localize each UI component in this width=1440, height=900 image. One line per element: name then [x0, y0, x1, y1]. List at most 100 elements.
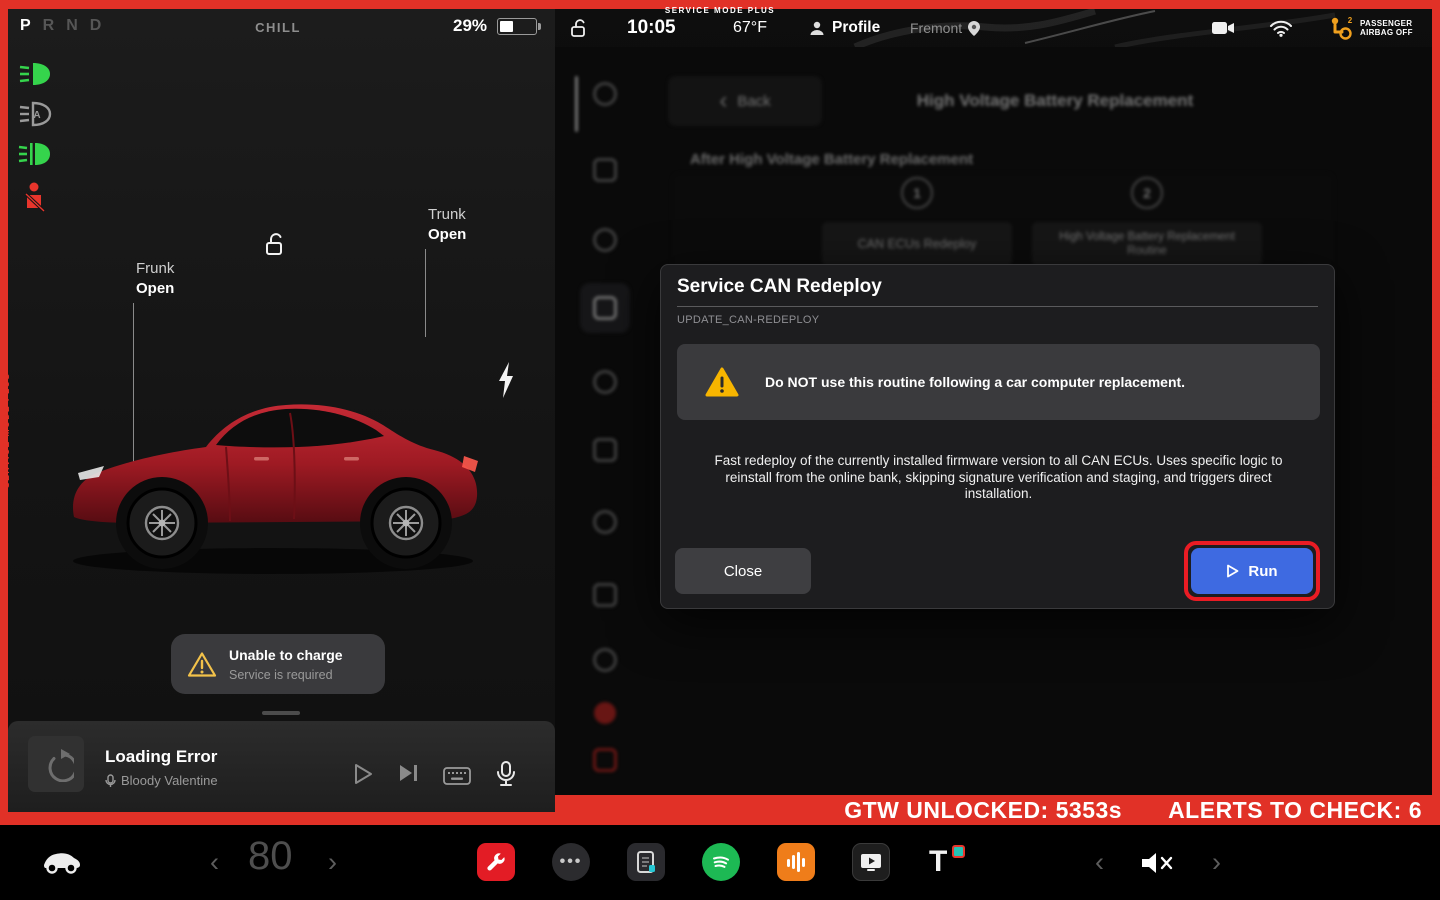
media-title: Loading Error: [105, 747, 217, 767]
wrench-icon: [484, 850, 508, 874]
front-wheel: [128, 489, 196, 557]
sidebar-tab-icon[interactable]: [580, 69, 630, 119]
charge-warning-pill: Unable to charge Service is required: [171, 634, 385, 694]
toybox-t-glyph: T: [929, 843, 947, 881]
car-controls-icon[interactable]: [40, 849, 82, 875]
dashcam-icon[interactable]: [1211, 20, 1235, 36]
audio-app-icon[interactable]: [777, 843, 815, 881]
charge-warning-subtitle: Service is required: [229, 668, 343, 682]
sidebar-scrollbar[interactable]: [575, 76, 578, 132]
service-mode-label-right: SERVICE MODE PLUS: [1430, 355, 1440, 505]
service-mode-label-left: SERVICE MODE PLUS: [1, 355, 11, 505]
media-next-chevron[interactable]: ›: [1212, 847, 1221, 877]
run-button[interactable]: Run: [1191, 548, 1313, 594]
map-place-label: Fremont: [910, 9, 980, 47]
toybox-box-glyph: [952, 845, 965, 858]
hv-battery-routine-button[interactable]: High Voltage Battery Replacement Routine: [1032, 222, 1262, 266]
sidebar-tab-icon[interactable]: [580, 497, 630, 547]
routine-id: UPDATE_CAN-REDEPLOY: [677, 314, 819, 326]
sidebar-tab-alert-icon[interactable]: [580, 735, 630, 785]
service-routine-dialog: Service CAN Redeploy UPDATE_CAN-REDEPLOY…: [660, 264, 1335, 609]
gear-d[interactable]: D: [90, 17, 102, 35]
vehicle-status-panel: P R N D CHILL 29% A: [8, 9, 555, 812]
auto-headlight-indicator-icon: A: [18, 101, 52, 127]
frunk-open-label[interactable]: Frunk Open: [136, 259, 174, 299]
step-2-badge: 2: [1131, 177, 1163, 209]
dialog-warning-box: Do NOT use this routine following a car …: [677, 344, 1320, 420]
hvac-temperature[interactable]: 80: [248, 834, 293, 879]
microphone-icon[interactable]: [496, 761, 516, 787]
indicator-lamps: A: [18, 61, 52, 213]
spotify-glyph: [709, 850, 733, 874]
media-drawer-handle[interactable]: [262, 711, 300, 715]
svg-text:A: A: [33, 110, 40, 121]
theater-app-icon[interactable]: [852, 843, 890, 881]
warning-triangle-icon: [705, 367, 739, 398]
step-1-badge: 1: [901, 177, 933, 209]
equalizer-glyph: [784, 850, 808, 874]
media-player: Loading Error Bloody Valentine: [8, 721, 555, 812]
back-button[interactable]: ‹ Back: [668, 76, 822, 126]
battery-status: 29%: [453, 16, 537, 36]
temp-decrease-chevron[interactable]: ‹: [210, 847, 219, 877]
service-mode-label-top: SERVICE MODE PLUS: [665, 6, 775, 15]
battery-percent: 29%: [453, 16, 487, 36]
chevron-left-icon: ‹: [719, 91, 727, 111]
sidebar-tab-icon[interactable]: [580, 635, 630, 685]
contacts-glyph: [635, 850, 657, 874]
lowbeam-indicator-icon: [18, 61, 52, 87]
service-page-title: High Voltage Battery Replacement: [835, 91, 1275, 111]
divider: [677, 306, 1318, 307]
sidebar-tab-icon[interactable]: [580, 357, 630, 407]
fog-light-indicator-icon: [18, 141, 52, 167]
service-panel: ‹ Back High Voltage Battery Replacement …: [555, 9, 1432, 795]
tesla-service-screen: SERVICE MODE PLUS SERVICE MODE PLUS SERV…: [0, 0, 1440, 900]
sidebar-tab-icon[interactable]: [580, 425, 630, 475]
gtw-unlocked-status: GTW UNLOCKED: 5353s: [844, 797, 1122, 824]
vehicle-render: [58, 321, 498, 601]
trunk-open-label[interactable]: Trunk Open: [428, 205, 466, 245]
sidebar-tab-icon[interactable]: [580, 570, 630, 620]
charge-warning-title: Unable to charge: [229, 647, 343, 663]
spotify-app-icon[interactable]: [702, 843, 740, 881]
skip-next-icon[interactable]: [398, 763, 420, 783]
gear-p[interactable]: P: [20, 17, 31, 35]
unlocked-icon[interactable]: [263, 231, 287, 257]
theater-glyph: [860, 851, 882, 873]
keyboard-icon[interactable]: [443, 767, 471, 785]
sidebar-tab-icon[interactable]: [580, 215, 630, 265]
dialog-warning-text: Do NOT use this routine following a car …: [765, 374, 1185, 390]
section-title: After High Voltage Battery Replacement: [690, 151, 973, 168]
gear-selector: P R N D: [20, 17, 101, 35]
airbag-icon: 2: [1327, 15, 1353, 41]
temp-increase-chevron[interactable]: ›: [328, 847, 337, 877]
sidebar-tab-icon[interactable]: [580, 145, 630, 195]
can-ecus-redeploy-button[interactable]: CAN ECUs Redeploy: [822, 222, 1012, 266]
media-subtitle: Bloody Valentine: [105, 773, 218, 788]
more-apps-icon[interactable]: •••: [552, 843, 590, 881]
toybox-app-icon[interactable]: T: [927, 843, 965, 881]
battery-icon: [497, 18, 537, 35]
phone-app-icon[interactable]: [627, 843, 665, 881]
close-button[interactable]: Close: [675, 548, 811, 594]
rear-wheel: [372, 489, 440, 557]
media-prev-chevron[interactable]: ‹: [1095, 847, 1104, 877]
passenger-airbag-indicator: 2 PASSENGER AIRBAG OFF: [1327, 9, 1413, 47]
service-mode-top-strip: SERVICE MODE PLUS: [0, 0, 1440, 9]
gear-r[interactable]: R: [43, 17, 55, 35]
gear-n[interactable]: N: [66, 17, 78, 35]
service-app-icon[interactable]: [477, 843, 515, 881]
loading-spinner-icon: [38, 746, 74, 782]
karaoke-mic-icon: [105, 774, 116, 788]
dialog-title: Service CAN Redeploy: [677, 276, 882, 298]
profile-menu[interactable]: Profile: [809, 9, 880, 47]
lock-open-icon[interactable]: [569, 17, 589, 39]
wifi-icon[interactable]: [1269, 19, 1293, 37]
volume-muted-icon[interactable]: [1140, 851, 1174, 875]
person-icon: [809, 20, 825, 36]
play-icon[interactable]: [352, 763, 374, 785]
sidebar-tab-icon-selected[interactable]: [580, 283, 630, 333]
map-pin-icon: [968, 21, 980, 36]
sidebar-tab-alert-icon[interactable]: [580, 688, 630, 738]
charge-port-icon[interactable]: [496, 361, 516, 399]
